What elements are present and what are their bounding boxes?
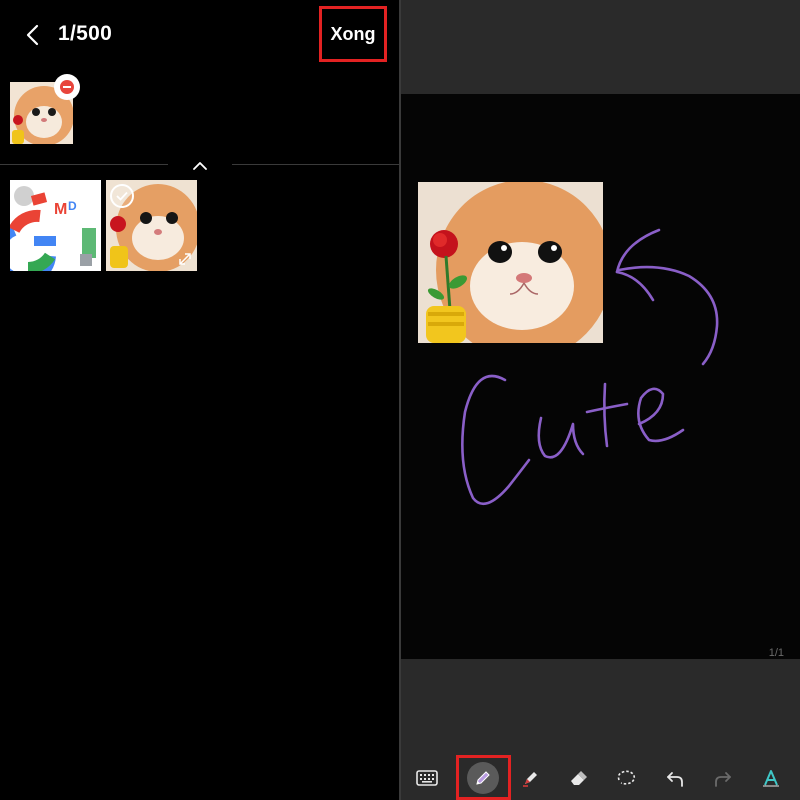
text-style-button[interactable] bbox=[749, 755, 793, 800]
done-button[interactable]: Xong bbox=[319, 6, 387, 62]
keyboard-tool-button[interactable] bbox=[405, 755, 449, 800]
eraser-icon bbox=[571, 770, 587, 785]
undo-button[interactable] bbox=[653, 755, 697, 800]
selection-counter: 1/500 bbox=[58, 22, 113, 45]
keyboard-icon bbox=[416, 769, 438, 786]
eraser-tool-button[interactable] bbox=[556, 755, 600, 800]
selected-check-badge[interactable] bbox=[110, 184, 134, 208]
lasso-tool-button[interactable] bbox=[604, 755, 648, 800]
selected-images-tray bbox=[0, 72, 399, 162]
handwriting-strokes bbox=[461, 228, 719, 506]
redo-button[interactable] bbox=[701, 755, 745, 800]
chevron-up-icon bbox=[193, 161, 207, 170]
grid-image-cat[interactable] bbox=[106, 180, 197, 271]
grid-image-google[interactable]: M D bbox=[10, 180, 101, 271]
redo-icon bbox=[715, 771, 731, 787]
check-icon bbox=[116, 191, 128, 201]
note-editor-panel: 1/1 bbox=[401, 0, 800, 800]
svg-text:M: M bbox=[54, 201, 67, 218]
google-logos-image: M D bbox=[10, 180, 101, 271]
chevron-left-icon bbox=[26, 24, 39, 46]
text-style-icon bbox=[763, 769, 779, 786]
lasso-icon bbox=[617, 770, 636, 785]
picker-header: 1/500 Xong bbox=[0, 0, 399, 70]
minus-icon bbox=[60, 80, 74, 94]
drawing-canvas[interactable]: 1/1 bbox=[401, 94, 800, 659]
remove-selected-button[interactable] bbox=[54, 74, 80, 100]
page-indicator: 1/1 bbox=[768, 647, 784, 659]
image-picker-panel: 1/500 Xong M D bbox=[0, 0, 399, 800]
svg-text:D: D bbox=[68, 199, 77, 213]
app-root: 1/500 Xong M D 1/1 bbox=[0, 0, 800, 800]
collapse-tray-button[interactable] bbox=[168, 152, 232, 178]
undo-icon bbox=[667, 771, 683, 787]
expand-icon[interactable] bbox=[177, 251, 193, 267]
pen-tool-highlight-box bbox=[456, 755, 511, 800]
highlighter-icon bbox=[523, 771, 537, 787]
back-button[interactable] bbox=[18, 20, 48, 50]
highlighter-tool-button[interactable] bbox=[509, 755, 553, 800]
